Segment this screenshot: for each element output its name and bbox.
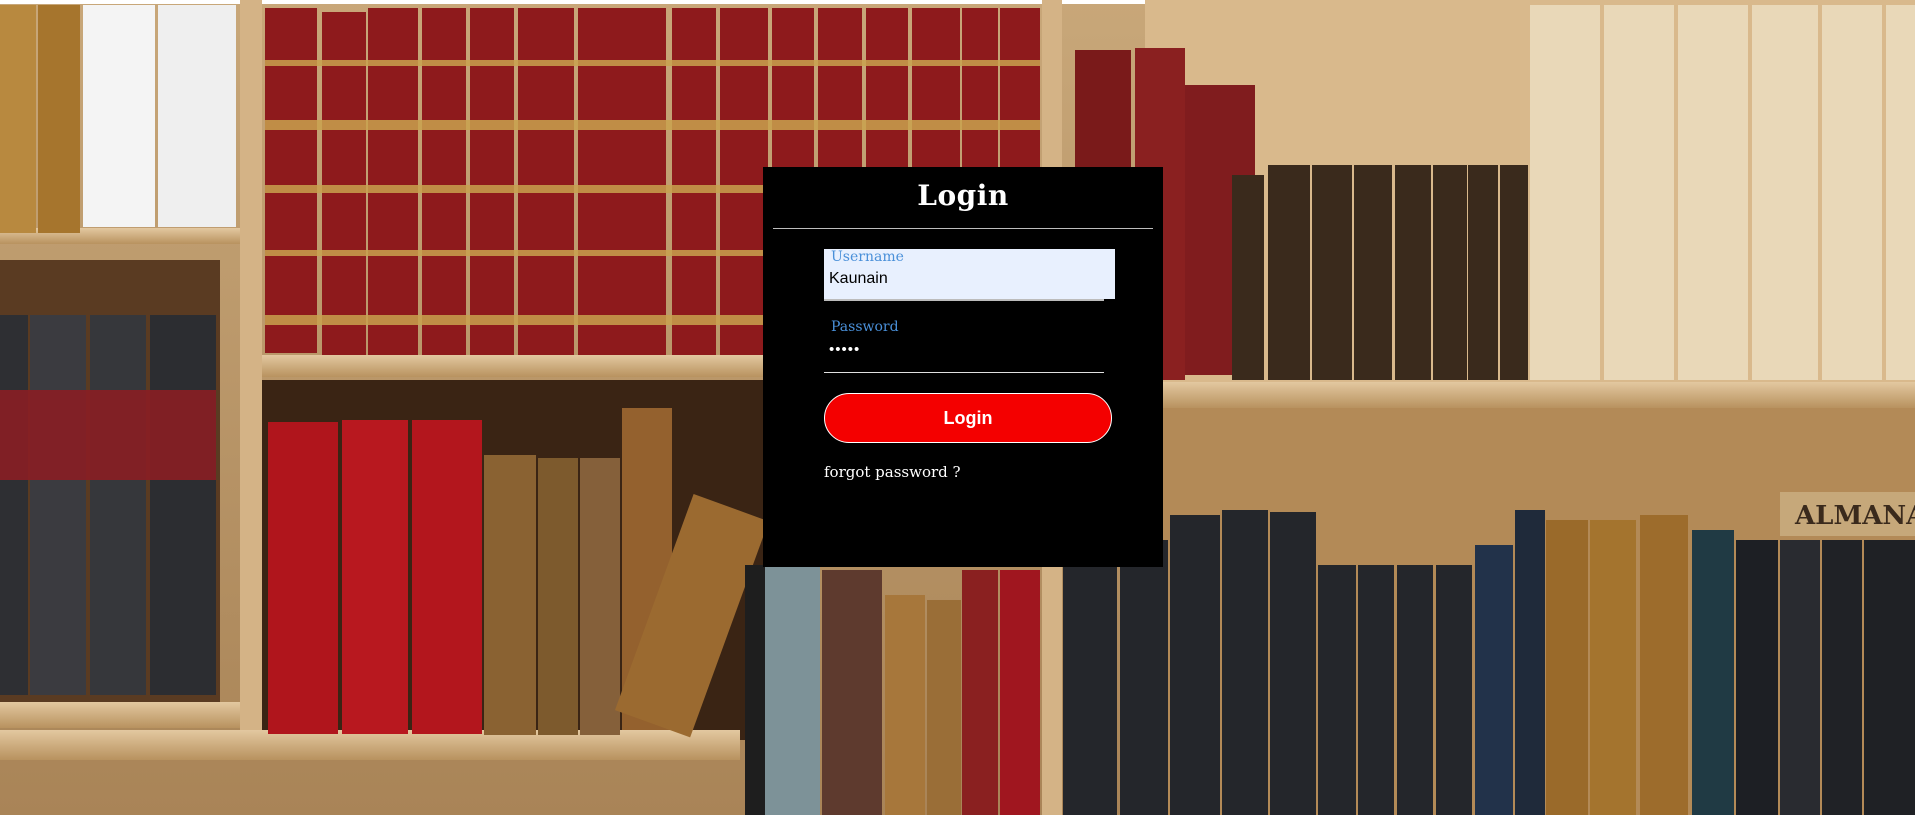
username-input[interactable] bbox=[824, 266, 1104, 292]
almanach-sign-text: ALMANACH bbox=[1794, 501, 1915, 531]
password-underline bbox=[824, 372, 1104, 373]
password-label: Password bbox=[831, 319, 899, 335]
username-label: Username bbox=[831, 249, 904, 265]
login-button[interactable]: Login bbox=[824, 393, 1112, 443]
username-field: Username bbox=[824, 249, 1115, 301]
login-card: Login Username Password Login forgot pas… bbox=[763, 167, 1163, 567]
password-input[interactable] bbox=[824, 337, 1104, 361]
title-divider bbox=[773, 228, 1153, 229]
login-title: Login bbox=[917, 179, 1009, 212]
username-underline bbox=[824, 299, 1104, 301]
password-field: Password bbox=[824, 319, 1115, 373]
forgot-password-link[interactable]: forgot password ? bbox=[824, 463, 961, 481]
